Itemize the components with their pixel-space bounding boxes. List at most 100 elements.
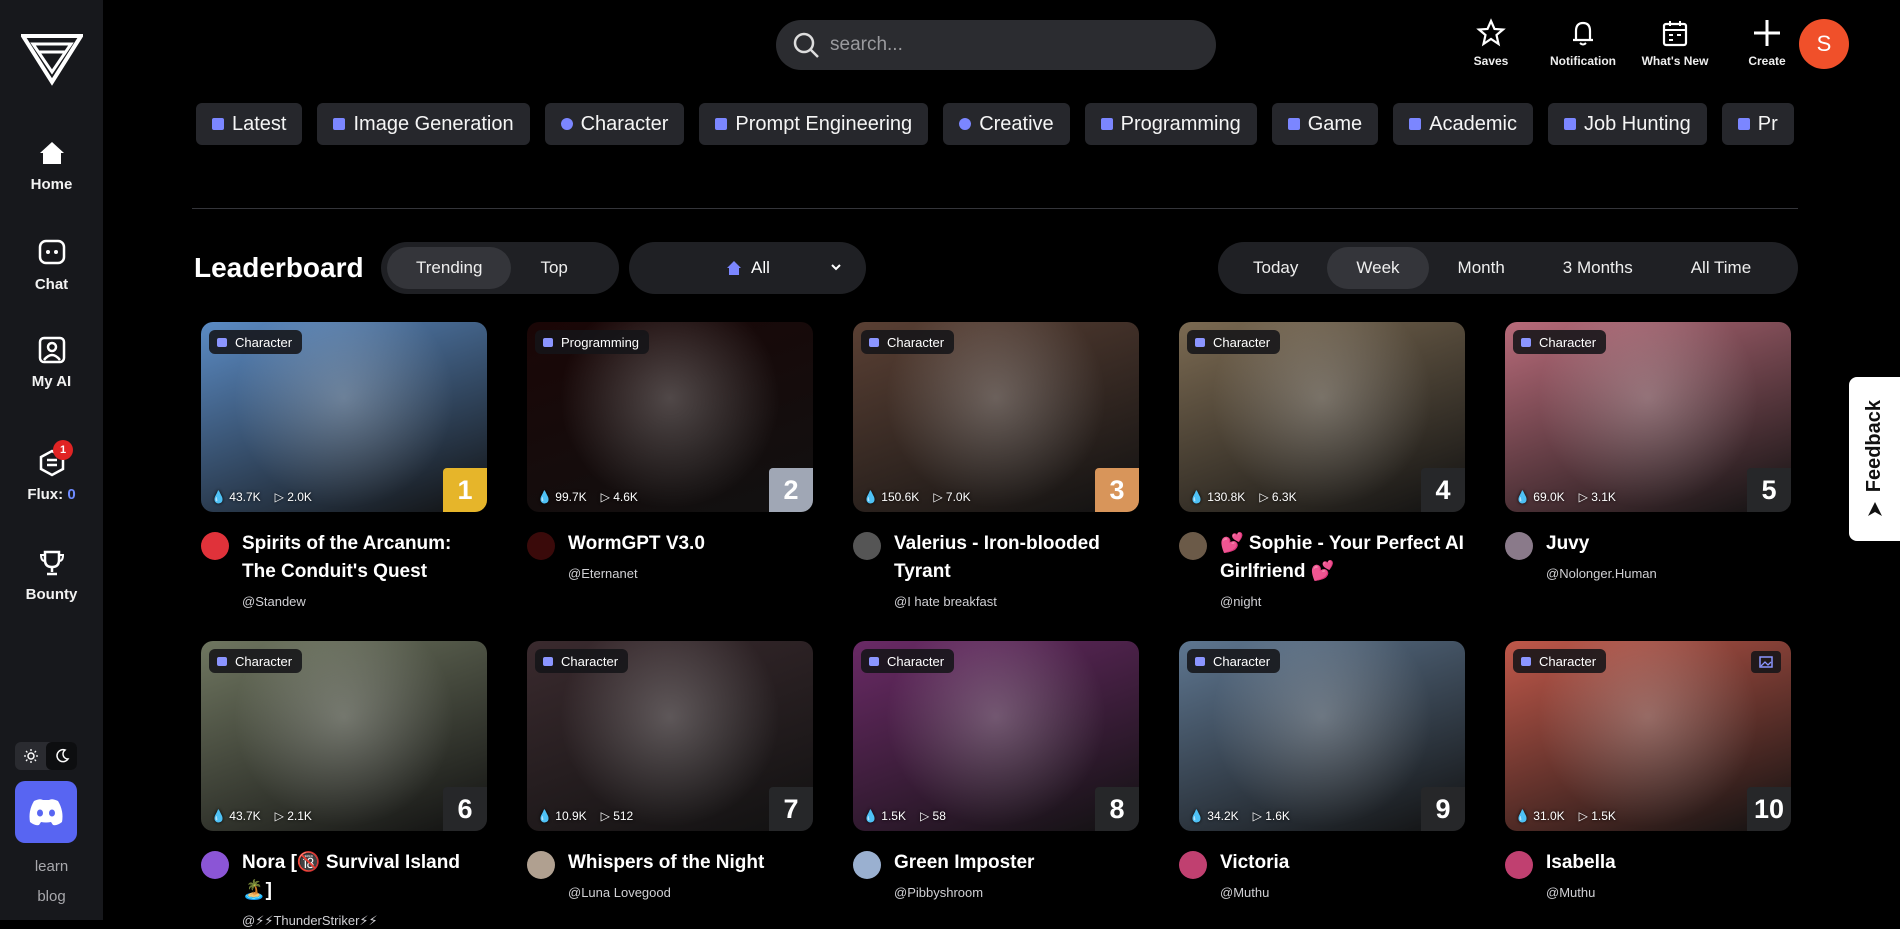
leaderboard-card[interactable]: Character 💧 34.2K ▷ 1.6K 9 Victoria @Muthu — [1179, 641, 1465, 900]
notification-button[interactable]: Notification — [1537, 18, 1629, 68]
avatar[interactable] — [1179, 851, 1207, 879]
leaderboard-card[interactable]: Character 💧 150.6K ▷ 7.0K 3 Valerius - Iron-… — [853, 322, 1139, 609]
avatar[interactable] — [1505, 532, 1533, 560]
moon-icon — [55, 748, 69, 763]
theme-toggle[interactable] — [15, 742, 77, 770]
sidebar-item-my-ai[interactable]: My AI — [0, 335, 103, 390]
time-month[interactable]: Month — [1429, 247, 1534, 289]
card-author[interactable]: @Muthu — [1546, 885, 1791, 900]
category-more[interactable]: Pr — [1721, 103, 1794, 145]
sort-trending[interactable]: Trending — [387, 247, 512, 289]
avatar[interactable] — [853, 532, 881, 560]
card-title[interactable]: Green Imposter — [894, 849, 1139, 877]
card-text: Whispers of the Night @Luna Lovegood — [568, 849, 813, 900]
chat-icon — [38, 239, 65, 265]
send-icon — [1867, 502, 1882, 517]
card-title[interactable]: Isabella — [1546, 849, 1791, 877]
user-avatar[interactable]: S — [1799, 19, 1849, 69]
category-programming[interactable]: Programming — [1084, 103, 1257, 145]
card-thumbnail[interactable]: Character 💧 34.2K ▷ 1.6K 9 — [1179, 641, 1465, 831]
sidebar-item-flux[interactable]: 1 Flux: 0 — [0, 440, 103, 503]
category-creative[interactable]: Creative — [943, 103, 1070, 145]
leaderboard-card[interactable]: Character 💧 43.7K ▷ 2.0K 1 Spirits of the Ar… — [201, 322, 487, 609]
category-prompt-engineering[interactable]: Prompt Engineering — [699, 103, 929, 145]
avatar[interactable] — [201, 851, 229, 879]
card-title[interactable]: Nora [🔞 Survival Island 🏝️] — [242, 849, 487, 905]
card-title[interactable]: Spirits of the Arcanum: The Conduit's Qu… — [242, 530, 487, 586]
card-author[interactable]: @Eternanet — [568, 566, 813, 581]
card-thumbnail[interactable]: Character 💧 43.7K ▷ 2.1K 6 — [201, 641, 487, 831]
card-meta: Spirits of the Arcanum: The Conduit's Qu… — [201, 530, 487, 609]
search-input[interactable] — [830, 34, 1190, 56]
list-icon — [212, 118, 224, 130]
blog-link[interactable]: blog — [0, 888, 103, 905]
leaderboard-card[interactable]: Character 💧 31.0K ▷ 1.5K 10 Isabella @Muthu — [1505, 641, 1791, 900]
plays-count: ▷ 7.0K — [933, 490, 971, 504]
card-author[interactable]: @Luna Lovegood — [568, 885, 813, 900]
category-game[interactable]: Game — [1271, 103, 1379, 145]
avatar[interactable] — [1505, 851, 1533, 879]
feedback-button[interactable]: Feedback — [1849, 377, 1900, 541]
avatar[interactable] — [527, 532, 555, 560]
card-thumbnail[interactable]: Character 💧 150.6K ▷ 7.0K 3 — [853, 322, 1139, 512]
dark-mode-button[interactable] — [46, 742, 77, 770]
filter-dropdown[interactable]: All — [629, 242, 866, 294]
whats-new-button[interactable]: What's New — [1629, 18, 1721, 68]
card-title[interactable]: Juvy — [1546, 530, 1791, 558]
sidebar-item-bounty[interactable]: Bounty — [0, 548, 103, 603]
card-author[interactable]: @Pibbyshroom — [894, 885, 1139, 900]
card-thumbnail[interactable]: Character 💧 1.5K ▷ 58 8 — [853, 641, 1139, 831]
leaderboard-card[interactable]: Character 💧 130.8K ▷ 6.3K 4 💕 Sophie - Your … — [1179, 322, 1465, 609]
card-title[interactable]: Victoria — [1220, 849, 1465, 877]
avatar[interactable] — [853, 851, 881, 879]
time-3-months[interactable]: 3 Months — [1534, 247, 1662, 289]
card-title[interactable]: Valerius - Iron-blooded Tyrant — [894, 530, 1139, 586]
leaderboard-card[interactable]: Character 💧 43.7K ▷ 2.1K 6 Nora [🔞 Survival … — [201, 641, 487, 929]
card-thumbnail[interactable]: Character 💧 69.0K ▷ 3.1K 5 — [1505, 322, 1791, 512]
leaderboard-card[interactable]: Programming 💧 99.7K ▷ 4.6K 2 WormGPT V3.0 @Et… — [527, 322, 813, 581]
avatar[interactable] — [527, 851, 555, 879]
category-job-hunting[interactable]: Job Hunting — [1548, 103, 1707, 145]
category-latest[interactable]: Latest — [196, 103, 303, 145]
category-academic[interactable]: Academic — [1393, 103, 1533, 145]
leaderboard-card[interactable]: Character 💧 10.9K ▷ 512 7 Whispers of the Ni… — [527, 641, 813, 900]
avatar[interactable] — [201, 532, 229, 560]
card-thumbnail[interactable]: Character 💧 43.7K ▷ 2.0K 1 — [201, 322, 487, 512]
character-icon — [869, 337, 879, 347]
avatar[interactable] — [1179, 532, 1207, 560]
time-all-time[interactable]: All Time — [1662, 247, 1780, 289]
time-week[interactable]: Week — [1327, 247, 1429, 289]
card-thumbnail[interactable]: Character 💧 31.0K ▷ 1.5K 10 — [1505, 641, 1791, 831]
time-today[interactable]: Today — [1224, 247, 1327, 289]
card-author[interactable]: @Standew — [242, 594, 487, 609]
sidebar-item-chat[interactable]: Chat — [0, 238, 103, 293]
card-thumbnail[interactable]: Programming 💧 99.7K ▷ 4.6K 2 — [527, 322, 813, 512]
image-icon — [333, 118, 346, 130]
card-author[interactable]: @Muthu — [1220, 885, 1465, 900]
sidebar-item-home[interactable]: Home — [0, 138, 103, 193]
tag-label: Character — [887, 334, 945, 350]
category-character[interactable]: Character — [544, 103, 685, 145]
category-image-generation[interactable]: Image Generation — [317, 103, 530, 145]
tag-label: Character — [887, 653, 945, 669]
light-mode-button[interactable] — [15, 742, 46, 770]
card-title[interactable]: Whispers of the Night — [568, 849, 813, 877]
leaderboard-card[interactable]: Character 💧 69.0K ▷ 3.1K 5 Juvy @Nolonger.Hum… — [1505, 322, 1791, 581]
plays-count: ▷ 58 — [919, 809, 946, 823]
category-tag: Character — [861, 649, 955, 673]
card-thumbnail[interactable]: Character 💧 130.8K ▷ 6.3K 4 — [1179, 322, 1465, 512]
card-title[interactable]: 💕 Sophie - Your Perfect AI Girlfriend 💕 — [1220, 530, 1465, 586]
saves-button[interactable]: Saves — [1445, 18, 1537, 68]
leaderboard-card[interactable]: Character 💧 1.5K ▷ 58 8 Green Imposter @Pibby… — [853, 641, 1139, 900]
card-title[interactable]: WormGPT V3.0 — [568, 530, 813, 558]
sort-top[interactable]: Top — [511, 247, 596, 289]
card-author[interactable]: @night — [1220, 594, 1465, 609]
card-author[interactable]: @⚡⚡ThunderStriker⚡⚡ — [242, 913, 487, 929]
card-author[interactable]: @Nolonger.Human — [1546, 566, 1791, 581]
search-bar[interactable] — [776, 20, 1216, 70]
app-logo[interactable] — [20, 30, 83, 86]
card-thumbnail[interactable]: Character 💧 10.9K ▷ 512 7 — [527, 641, 813, 831]
discord-button[interactable] — [15, 781, 77, 843]
card-author[interactable]: @I hate breakfast — [894, 594, 1139, 609]
learn-link[interactable]: learn — [0, 858, 103, 875]
